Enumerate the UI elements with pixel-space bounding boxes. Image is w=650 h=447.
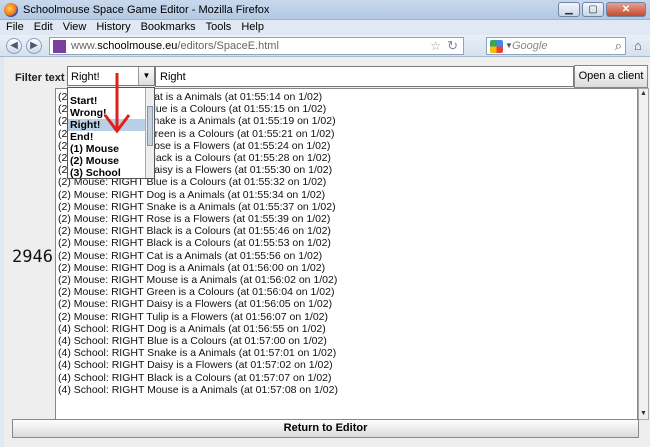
log-line: (2) Mouse: RIGHT Black is a Colours (at … (58, 225, 331, 238)
log-line: (2) Mouse: RIGHT Black is a Colours (at … (58, 237, 331, 250)
open-client-button[interactable]: Open a client (574, 65, 648, 88)
minimize-button[interactable]: ▁ (558, 2, 580, 17)
firefox-logo-icon (4, 3, 18, 17)
menu-file[interactable]: File (6, 20, 24, 35)
site-favicon-icon (53, 40, 66, 53)
log-line: (2) Mouse: RIGHT Cat is a Animals (at 01… (58, 249, 323, 262)
url-text: www.schoolmouse.eu/editors/SpaceE.html (71, 40, 279, 52)
google-icon[interactable] (490, 40, 503, 53)
menu-view[interactable]: View (63, 20, 87, 35)
menu-tools[interactable]: Tools (206, 20, 232, 35)
url-bar[interactable]: www.schoolmouse.eu/editors/SpaceE.html ☆… (49, 37, 464, 55)
menu-history[interactable]: History (96, 20, 130, 35)
log-line: (4) School: RIGHT Blue is a Colours (at … (58, 335, 327, 347)
maximize-button[interactable]: ▢ (582, 2, 604, 17)
window-title-bar: Schoolmouse Space Game Editor - Mozilla … (0, 0, 650, 20)
menu-bar: File Edit View History Bookmarks Tools H… (0, 20, 650, 35)
dropdown-option[interactable]: (3) School (68, 167, 146, 179)
return-to-editor-button[interactable]: Return to Editor (12, 419, 639, 438)
dropdown-option[interactable]: (1) Mouse (68, 143, 146, 155)
search-box[interactable]: ▼ Google ⌕ (486, 37, 626, 55)
search-placeholder: Google (512, 40, 548, 52)
log-line: (4) School: RIGHT Snake is a Animals (at… (58, 347, 337, 360)
star-icon[interactable]: ☆ (430, 39, 441, 53)
close-button[interactable]: ✕ (606, 2, 646, 17)
filter-text-value: Right (160, 71, 186, 83)
navigation-toolbar: ◀ ▶ www.schoolmouse.eu/editors/SpaceE.ht… (0, 35, 650, 57)
window-title: Schoolmouse Space Game Editor - Mozilla … (23, 4, 270, 16)
scroll-down-icon[interactable]: ▼ (639, 409, 648, 419)
filter-text-input[interactable]: Right (155, 66, 574, 87)
magnifier-icon[interactable]: ⌕ (615, 38, 622, 54)
log-line: (2) Mouse: RIGHT Rose is a Flowers (at 0… (58, 213, 331, 225)
log-line: (2) Mouse: RIGHT Dog is a Animals (at 01… (58, 261, 326, 274)
log-line: (4) School: RIGHT Mouse is a Animals (at… (58, 383, 338, 396)
forward-arrow-icon[interactable]: ▶ (26, 38, 42, 54)
menu-edit[interactable]: Edit (34, 20, 53, 35)
back-arrow-icon[interactable]: ◀ (6, 38, 22, 54)
log-line: (4) School: RIGHT Dog is a Animals (at 0… (58, 322, 326, 335)
menu-help[interactable]: Help (241, 20, 264, 35)
dropdown-option[interactable]: (2) Mouse (68, 155, 146, 167)
log-line: (2) Mouse: RIGHT Tulip is a Flowers (at … (58, 310, 329, 323)
log-line: (4) School: RIGHT Daisy is a Flowers (at… (58, 359, 333, 372)
dropdown-scroll-thumb[interactable] (147, 106, 153, 146)
chevron-down-icon[interactable]: ▼ (138, 67, 154, 85)
reload-icon[interactable]: ↻ (447, 38, 458, 54)
menu-bookmarks[interactable]: Bookmarks (141, 20, 196, 35)
log-scrollbar[interactable]: ▲ ▼ (638, 88, 649, 420)
scroll-up-icon[interactable]: ▲ (639, 89, 648, 99)
log-line: (2) Mouse: RIGHT Snake is a Animals (at … (58, 200, 336, 213)
log-line: (2) Mouse: RIGHT Dog is a Animals (at 01… (58, 188, 326, 201)
log-line: (2) Mouse: RIGHT Daisy is a Flowers (at … (58, 298, 333, 311)
log-line: (4) School: RIGHT Black is a Colours (at… (58, 371, 332, 384)
dropdown-scrollbar[interactable] (145, 88, 154, 178)
result-count: 2946 (12, 247, 53, 267)
log-line: (2) Mouse: RIGHT Mouse is a Animals (at … (58, 274, 338, 286)
home-icon[interactable]: ⌂ (634, 38, 642, 53)
log-line: (2) Mouse: RIGHT Green is a Colours (at … (58, 286, 335, 299)
red-arrow-annotation-icon (103, 73, 131, 134)
